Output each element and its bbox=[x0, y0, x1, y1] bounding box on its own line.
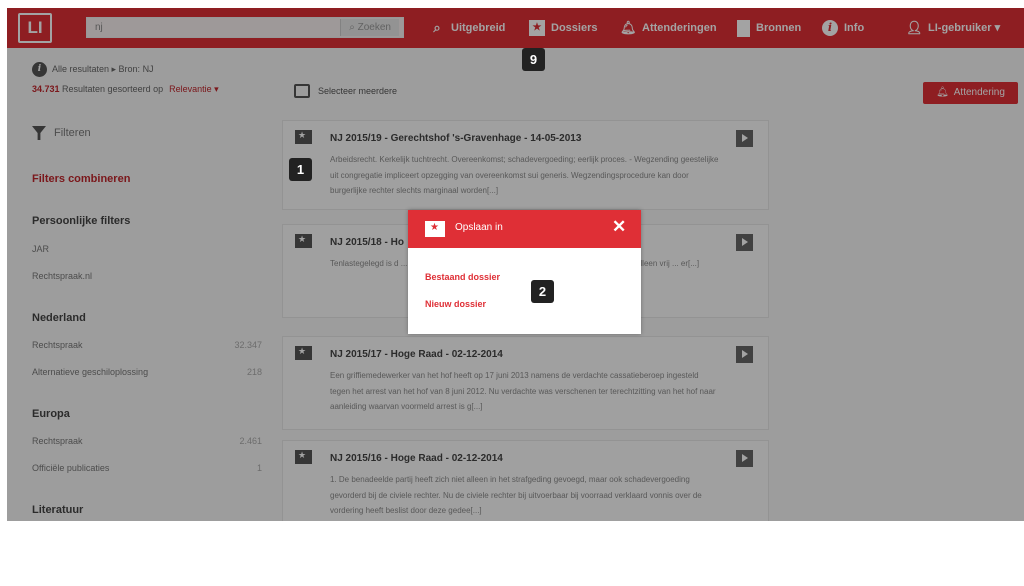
step-badge-9: 9 bbox=[522, 48, 545, 71]
dialog-title: Opslaan in bbox=[455, 222, 503, 233]
new-dossier-option[interactable]: Nieuw dossier bbox=[425, 299, 486, 309]
dialog-header: Opslaan in ✕ bbox=[408, 210, 641, 248]
existing-dossier-option[interactable]: Bestaand dossier bbox=[425, 272, 500, 282]
step-badge-2: 2 bbox=[531, 280, 554, 303]
app-frame: LI ⌕ Zoeken ⌕ Uitgebreid ★ Dossiers 🔔︎ A… bbox=[7, 8, 1024, 521]
save-to-dialog: Opslaan in ✕ Bestaand dossier Nieuw doss… bbox=[408, 210, 641, 334]
dossier-folder-icon bbox=[425, 221, 445, 237]
close-icon[interactable]: ✕ bbox=[612, 217, 626, 237]
step-badge-1: 1 bbox=[289, 158, 312, 181]
